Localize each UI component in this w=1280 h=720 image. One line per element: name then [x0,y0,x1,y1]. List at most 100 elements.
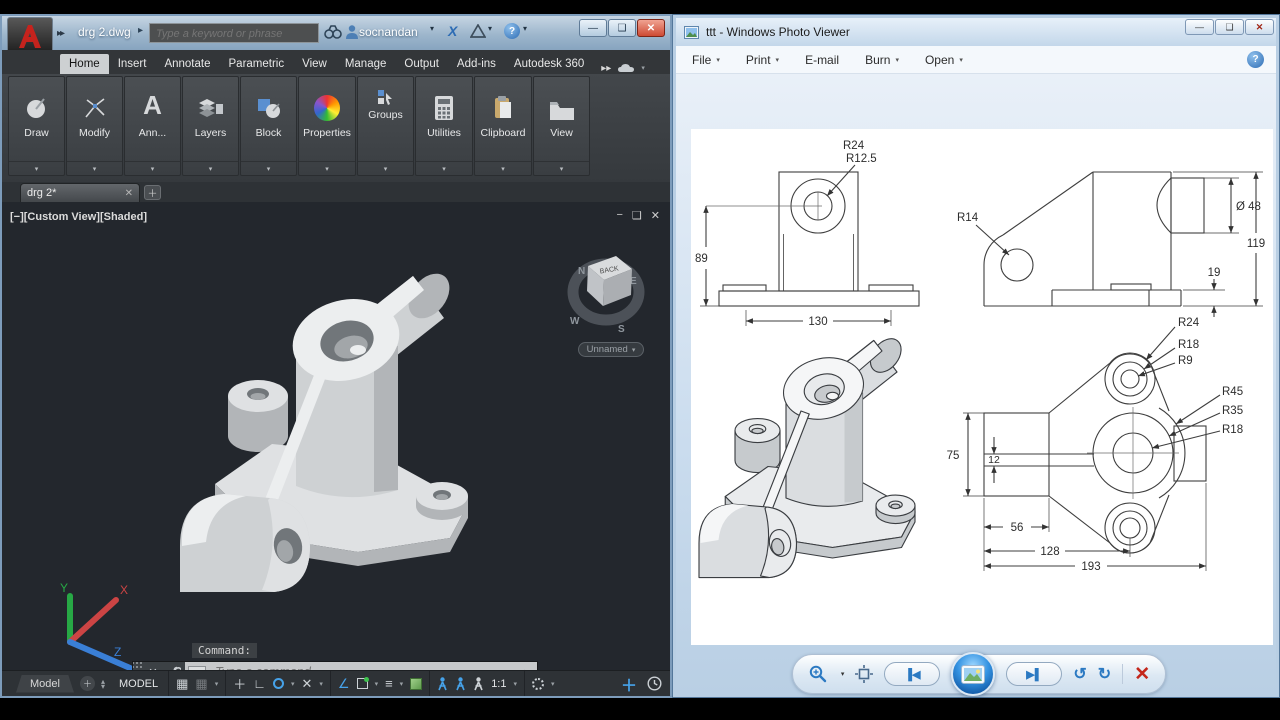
pv-minimize-button[interactable]: — [1185,19,1214,35]
ribbon-tab-insert[interactable]: Insert [109,54,156,74]
acad-minimize-button[interactable]: — [579,19,607,37]
named-view-pill[interactable]: Unnamed ▾ [578,342,644,357]
account-caret-icon[interactable]: ▾ [430,24,434,33]
ucs-axis-icon[interactable]: Y X Z [30,580,142,674]
panel-expand-icon[interactable]: ▾ [358,161,413,175]
viewport-controls-label[interactable]: [−][Custom View][Shaded] [10,211,147,223]
model-layout-tab[interactable]: Model [16,675,74,693]
panel-expand-icon[interactable]: ▾ [67,161,122,175]
grid-snap-icon[interactable]: ▦ [195,676,207,692]
panel-expand-icon[interactable]: ▾ [475,161,531,175]
panel-view[interactable]: View ▾ [533,76,590,176]
isodraft-icon[interactable]: ✕ [301,676,312,692]
osnap-3d-icon[interactable] [357,678,368,689]
panel-layers[interactable]: Layers ▾ [182,76,239,176]
panel-annotation[interactable]: A Ann... ▾ [124,76,181,176]
ribbon-overflow-icon[interactable]: ▸▸ [601,63,611,74]
help-caret-icon[interactable]: ▾ [523,24,527,33]
help-search-input[interactable] [150,25,318,43]
workspace-gear-icon[interactable] [532,678,544,690]
zoom-caret-icon[interactable]: ▾ [841,670,845,678]
layout-chevrons-icon[interactable]: ▴▾ [101,679,105,689]
doc-title-arrow-icon[interactable]: ▸ [138,25,143,36]
previous-button[interactable]: ▐◀ [884,662,940,686]
new-drawing-tab-button[interactable]: ＋ [144,185,161,200]
panel-expand-icon[interactable]: ▾ [183,161,238,175]
photo-image[interactable]: R24 R12.5 89 130 R14 Ø 48 119 19 R24 R18… [691,129,1273,645]
panel-expand-icon[interactable]: ▾ [241,161,296,175]
menu-email[interactable]: E-mail [805,53,839,67]
search-binoculars-icon[interactable] [324,24,342,40]
vp-close-icon[interactable]: ✕ [651,209,660,222]
menu-burn[interactable]: Burn▾ [865,53,899,67]
ribbon-cloud-icon[interactable] [617,62,635,74]
ribbon-cloud-caret-icon[interactable]: ▾ [641,64,645,72]
ribbon-tab-view[interactable]: View [293,54,336,74]
exchange-apps-icon[interactable]: X [448,23,457,39]
model-viewport[interactable]: [−][Custom View][Shaded] − ❑ ✕ N E S W B… [2,202,670,684]
actual-size-icon[interactable] [855,665,873,683]
dynamic-ucs-icon[interactable] [410,678,422,690]
panel-modify[interactable]: Modify ▾ [66,76,123,176]
ribbon-tab-home[interactable]: Home [60,54,109,74]
ribbon-tab-parametric[interactable]: Parametric [220,54,294,74]
panel-expand-icon[interactable]: ▾ [416,161,472,175]
ribbon-tab-manage[interactable]: Manage [336,54,396,74]
ribbon-tab-output[interactable]: Output [395,54,448,74]
polar-caret-icon[interactable]: ▾ [291,680,295,688]
next-button[interactable]: ▶▌ [1006,662,1062,686]
doc-tab-close-icon[interactable]: ✕ [125,188,133,199]
otrack-caret-icon[interactable]: ▾ [400,680,404,688]
3d-model-shaded[interactable] [120,246,540,646]
vp-minimize-icon[interactable]: − [616,209,622,222]
model-space-toggle[interactable]: MODEL [119,678,158,690]
rotate-clockwise-icon[interactable]: ↻ [1098,664,1111,684]
delete-icon[interactable]: ✕ [1134,663,1150,686]
panel-draw[interactable]: Draw ▾ [8,76,65,176]
user-icon[interactable] [345,24,359,40]
annotation-scale-value[interactable]: 1:1 [491,678,506,690]
clock-icon[interactable] [647,676,662,691]
panel-clipboard[interactable]: Clipboard ▾ [474,76,532,176]
panel-expand-icon[interactable]: ▾ [534,161,589,175]
help-icon[interactable]: ? [504,23,520,39]
vp-restore-icon[interactable]: ❑ [632,209,642,222]
osnap-icon[interactable]: ∠ [338,676,350,692]
rotate-counterclockwise-icon[interactable]: ↺ [1073,664,1086,684]
ribbon-tab-annotate[interactable]: Annotate [155,54,219,74]
dynamic-input-icon[interactable]: ＋ [233,674,246,693]
document-tab[interactable]: drg 2* ✕ [20,183,140,202]
help-search-box[interactable] [149,23,319,43]
osnap-caret-icon[interactable]: ▾ [375,680,379,688]
panel-expand-icon[interactable]: ▾ [299,161,355,175]
panel-groups[interactable]: Groups ▾ [357,76,414,176]
annotation-autoscale-icon[interactable] [455,677,466,691]
panel-expand-icon[interactable]: ▾ [125,161,180,175]
object-snap-tracking-icon[interactable]: ≡ [385,676,393,691]
acad-maximize-button[interactable]: ❑ [608,19,636,37]
autocad-title-bar[interactable]: ▸▸ drg 2.dwg ▸ socnandan ▾ X ▾ ? ▾ — ❑ ✕ [2,16,670,50]
quick-access-overflow-icon[interactable]: ▸▸ [57,28,63,39]
ribbon-tab-autodesk360[interactable]: Autodesk 360 [505,54,593,74]
pv-help-icon[interactable]: ? [1247,51,1264,68]
menu-print[interactable]: Print▾ [746,53,779,67]
scale-caret-icon[interactable]: ▾ [513,680,517,688]
menu-file[interactable]: File▾ [692,53,720,67]
pv-close-button[interactable]: ✕ [1245,19,1274,35]
panel-expand-icon[interactable]: ▾ [9,161,64,175]
menu-open[interactable]: Open▾ [925,53,963,67]
zoom-icon[interactable] [808,665,830,683]
polar-tracking-icon[interactable] [273,678,284,689]
viewcube[interactable]: N E S W BACK [558,238,654,350]
signed-in-username[interactable]: socnandan [359,25,418,39]
new-layout-button[interactable]: ＋ [80,676,95,691]
annotation-scale-icon[interactable] [473,677,484,691]
ribbon-tab-addins[interactable]: Add-ins [448,54,505,74]
panel-utilities[interactable]: Utilities ▾ [415,76,473,176]
slideshow-button[interactable] [951,652,995,696]
ortho-icon[interactable]: ∟ [253,676,266,691]
a360-icon[interactable] [470,24,486,39]
panel-properties[interactable]: Properties ▾ [298,76,356,176]
a360-caret-icon[interactable]: ▾ [488,24,492,33]
grid-caret-icon[interactable]: ▾ [215,680,219,688]
